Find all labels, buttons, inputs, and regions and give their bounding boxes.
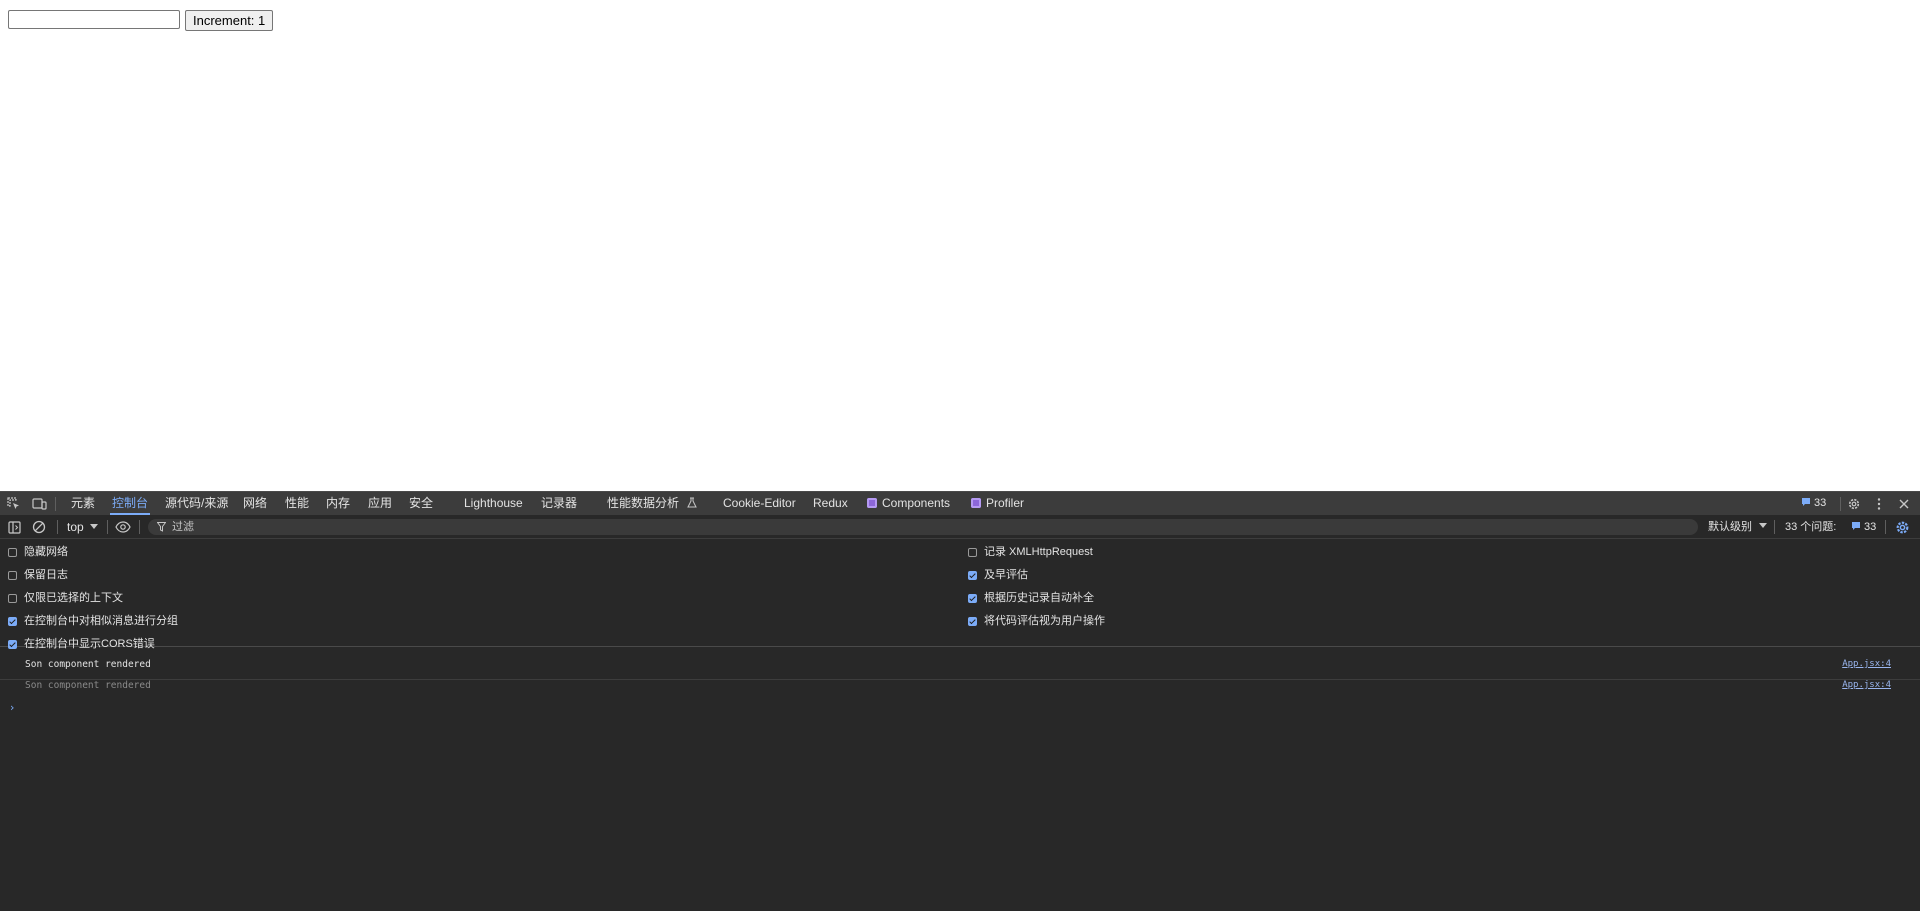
issues-counter-value: 33 bbox=[1814, 497, 1827, 509]
setting-label: 根据历史记录自动补全 bbox=[984, 592, 1094, 604]
setting-label: 在控制台中对相似消息进行分组 bbox=[24, 615, 178, 627]
inspect-element-icon[interactable] bbox=[6, 496, 22, 512]
checkbox[interactable] bbox=[968, 571, 977, 580]
tab-performance-insights[interactable]: 性能数据分析 bbox=[607, 492, 698, 515]
tab-memory[interactable]: 内存 bbox=[326, 492, 350, 515]
gear-icon[interactable] bbox=[1846, 496, 1862, 512]
setting-label: 记录 XMLHttpRequest bbox=[984, 546, 1093, 558]
tab-performance[interactable]: 性能 bbox=[285, 492, 309, 515]
tab-elements[interactable]: 元素 bbox=[71, 492, 95, 515]
tab-sources[interactable]: 源代码/来源 bbox=[165, 492, 228, 515]
console-message: Son component rendered App.jsx:4 bbox=[0, 680, 1920, 700]
live-expression-eye-icon[interactable] bbox=[114, 519, 132, 535]
close-icon[interactable] bbox=[1896, 496, 1912, 512]
sidebar-toggle-icon[interactable] bbox=[6, 519, 22, 535]
setting-eager-evaluation[interactable]: 及早评估 bbox=[968, 567, 1028, 583]
filter-box[interactable] bbox=[148, 519, 1698, 535]
checkbox[interactable] bbox=[8, 617, 17, 626]
console-message-text: Son component rendered bbox=[25, 680, 151, 691]
tabbar-divider bbox=[1840, 497, 1841, 511]
toolbar-divider bbox=[107, 520, 108, 534]
context-selector[interactable]: top bbox=[67, 515, 99, 539]
tab-performance-insights-label: 性能数据分析 bbox=[607, 496, 680, 510]
source-link[interactable]: App.jsx:4 bbox=[1842, 680, 1891, 690]
tab-components-label: Components bbox=[882, 496, 951, 510]
tab-redux[interactable]: Redux bbox=[813, 492, 848, 515]
issues-counter[interactable]: 33 bbox=[1801, 492, 1826, 515]
setting-label: 仅限已选择的上下文 bbox=[24, 592, 123, 604]
tab-cookie-editor[interactable]: Cookie-Editor bbox=[723, 492, 796, 515]
clear-console-icon[interactable] bbox=[31, 519, 47, 535]
setting-label: 隐藏网络 bbox=[24, 546, 68, 558]
setting-group-similar[interactable]: 在控制台中对相似消息进行分组 bbox=[8, 613, 178, 629]
react-extension-icon bbox=[971, 498, 981, 508]
toolbar-divider bbox=[1885, 520, 1886, 534]
tab-lighthouse[interactable]: Lighthouse bbox=[464, 492, 523, 515]
setting-user-activation[interactable]: 将代码评估视为用户操作 bbox=[968, 613, 1105, 629]
tab-network[interactable]: 网络 bbox=[243, 492, 267, 515]
devtools-tabbar: 元素 控制台 源代码/来源 网络 性能 内存 应用 安全 Lighthouse … bbox=[0, 491, 1920, 515]
setting-preserve-log[interactable]: 保留日志 bbox=[8, 567, 68, 583]
issues-badge[interactable]: 33 bbox=[1851, 515, 1876, 539]
console-settings-panel: 隐藏网络 保留日志 仅限已选择的上下文 在控制台中对相似消息进行分组 在控制台中… bbox=[0, 539, 1920, 650]
checkbox[interactable] bbox=[8, 548, 17, 557]
setting-log-xhr[interactable]: 记录 XMLHttpRequest bbox=[968, 544, 1093, 560]
console-prompt[interactable]: › bbox=[10, 701, 14, 714]
source-link[interactable]: App.jsx:4 bbox=[1842, 659, 1891, 669]
caret-down-icon bbox=[1759, 523, 1768, 528]
context-selector-value: top bbox=[67, 520, 84, 534]
checkbox[interactable] bbox=[8, 594, 17, 603]
filter-icon bbox=[157, 522, 166, 532]
console-message-text: Son component rendered bbox=[25, 659, 151, 670]
checkbox[interactable] bbox=[968, 594, 977, 603]
checkbox[interactable] bbox=[8, 640, 17, 649]
text-input[interactable] bbox=[8, 10, 180, 29]
setting-selected-context-only[interactable]: 仅限已选择的上下文 bbox=[8, 590, 123, 606]
setting-label: 保留日志 bbox=[24, 569, 68, 581]
tab-profiler-label: Profiler bbox=[986, 496, 1025, 510]
caret-down-icon bbox=[90, 524, 99, 529]
react-extension-icon bbox=[867, 498, 877, 508]
tab-application[interactable]: 应用 bbox=[368, 492, 392, 515]
setting-label: 及早评估 bbox=[984, 569, 1028, 581]
filter-input[interactable] bbox=[172, 519, 1672, 535]
device-toggle-icon[interactable] bbox=[31, 496, 47, 512]
tab-recorder[interactable]: 记录器 bbox=[541, 492, 577, 515]
increment-button[interactable]: Increment: 1 bbox=[185, 10, 274, 31]
more-options-icon[interactable] bbox=[1871, 496, 1887, 512]
setting-label: 在控制台中显示CORS错误 bbox=[24, 638, 155, 650]
setting-hide-network[interactable]: 隐藏网络 bbox=[8, 544, 68, 560]
issues-badge-count: 33 bbox=[1864, 521, 1877, 533]
flask-icon bbox=[687, 497, 698, 508]
message-icon bbox=[1802, 498, 1810, 506]
checkbox[interactable] bbox=[968, 548, 977, 557]
toolbar-divider bbox=[139, 520, 140, 534]
message-icon bbox=[1852, 522, 1860, 530]
issues-label[interactable]: 33 个问题: bbox=[1785, 515, 1836, 539]
console-settings-gear-icon[interactable] bbox=[1894, 519, 1910, 535]
console-message: Son component rendered App.jsx:4 bbox=[0, 659, 1920, 680]
devtools-panel: 元素 控制台 源代码/来源 网络 性能 内存 应用 安全 Lighthouse … bbox=[0, 491, 1920, 911]
console-toolbar: top 默认级别 33 个问题: 33 bbox=[0, 515, 1920, 539]
tab-security[interactable]: 安全 bbox=[409, 492, 433, 515]
toolbar-divider bbox=[1774, 520, 1775, 534]
log-levels-dropdown[interactable]: 默认级别 bbox=[1708, 515, 1768, 539]
setting-autocomplete-history[interactable]: 根据历史记录自动补全 bbox=[968, 590, 1094, 606]
toolbar-divider bbox=[57, 520, 58, 534]
setting-show-cors-errors[interactable]: 在控制台中显示CORS错误 bbox=[8, 636, 155, 652]
log-levels-label: 默认级别 bbox=[1708, 521, 1752, 533]
checkbox[interactable] bbox=[968, 617, 977, 626]
tab-profiler[interactable]: Profiler bbox=[971, 492, 1024, 515]
tab-components[interactable]: Components bbox=[867, 492, 950, 515]
page-viewport: Increment: 1 bbox=[0, 0, 1920, 491]
tabbar-divider bbox=[55, 497, 56, 511]
checkbox[interactable] bbox=[8, 571, 17, 580]
tab-console[interactable]: 控制台 bbox=[109, 492, 151, 515]
setting-label: 将代码评估视为用户操作 bbox=[984, 615, 1105, 627]
